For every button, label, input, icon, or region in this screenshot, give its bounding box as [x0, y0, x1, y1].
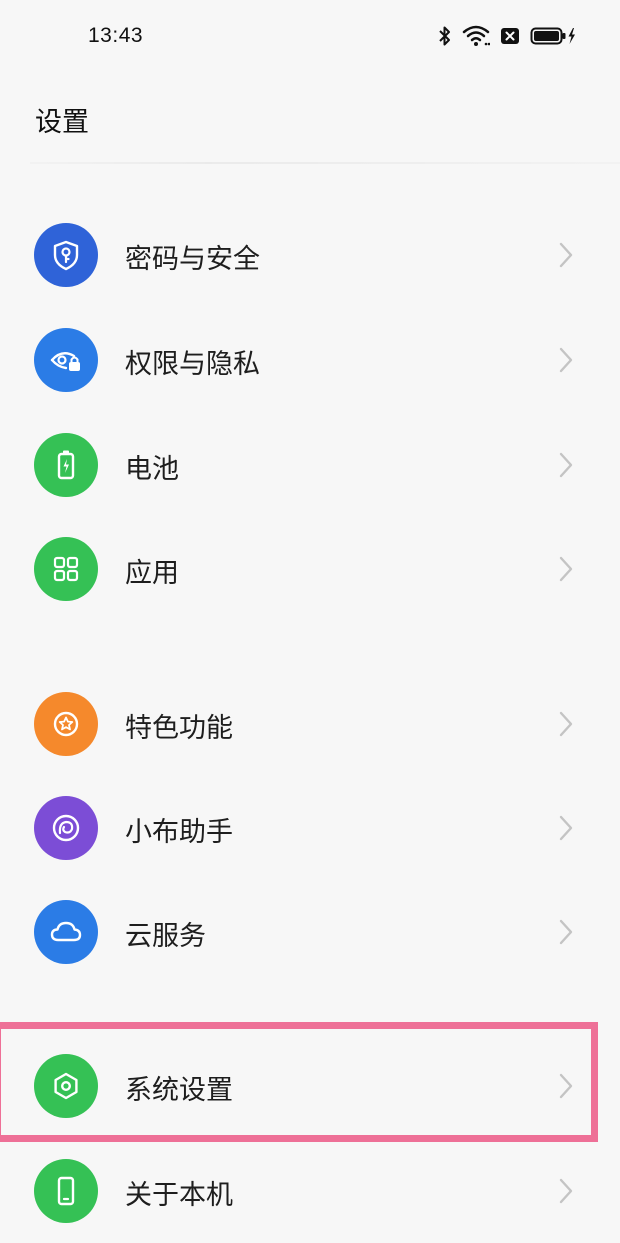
status-time: 13:43 [88, 24, 144, 47]
settings-item-assistant[interactable]: 小布助手 [0, 776, 620, 880]
eye-lock-icon [34, 328, 98, 392]
apps-grid-icon [34, 537, 98, 601]
page-title: 设置 [35, 107, 89, 138]
settings-item-special-features[interactable]: 特色功能 [0, 672, 620, 776]
battery-icon [34, 433, 98, 497]
settings-item-label: 应用 [125, 558, 179, 589]
bluetooth-icon [439, 26, 450, 46]
assistant-icon [34, 796, 98, 860]
cloud-icon [34, 900, 98, 964]
settings-item-label: 关于本机 [125, 1180, 233, 1211]
settings-item-label: 密码与安全 [125, 244, 260, 275]
status-icons [438, 22, 576, 50]
settings-item-password-security[interactable]: 密码与安全 [0, 203, 620, 307]
settings-item-label: 小布助手 [125, 817, 233, 848]
chevron-right-icon [559, 242, 573, 268]
settings-item-label: 特色功能 [125, 713, 233, 744]
settings-item-label: 权限与隐私 [125, 349, 260, 380]
chevron-right-icon [559, 452, 573, 478]
gear-hexagon-icon [34, 1054, 98, 1118]
chevron-right-icon [559, 815, 573, 841]
status-bar: 13:43 [0, 0, 620, 72]
battery-charging-icon [530, 27, 575, 45]
chevron-right-icon [559, 1178, 573, 1204]
chevron-right-icon [559, 711, 573, 737]
settings-item-about-phone[interactable]: 关于本机 [0, 1139, 620, 1243]
chevron-right-icon [559, 919, 573, 945]
settings-item-label: 电池 [125, 454, 179, 485]
chevron-right-icon [559, 347, 573, 373]
header-divider [30, 162, 620, 164]
settings-item-label: 系统设置 [125, 1075, 233, 1106]
phone-icon [34, 1159, 98, 1223]
settings-item-system-settings[interactable]: 系统设置 [0, 1034, 620, 1138]
chevron-right-icon [559, 1073, 573, 1099]
wifi-icon [462, 25, 490, 46]
settings-item-cloud-service[interactable]: 云服务 [0, 880, 620, 984]
settings-item-label: 云服务 [125, 921, 206, 952]
shield-key-icon [34, 223, 98, 287]
star-icon [34, 692, 98, 756]
no-sim-icon [501, 28, 519, 44]
settings-item-battery[interactable]: 电池 [0, 413, 620, 517]
settings-item-apps[interactable]: 应用 [0, 517, 620, 621]
settings-item-permissions-privacy[interactable]: 权限与隐私 [0, 308, 620, 412]
chevron-right-icon [559, 556, 573, 582]
